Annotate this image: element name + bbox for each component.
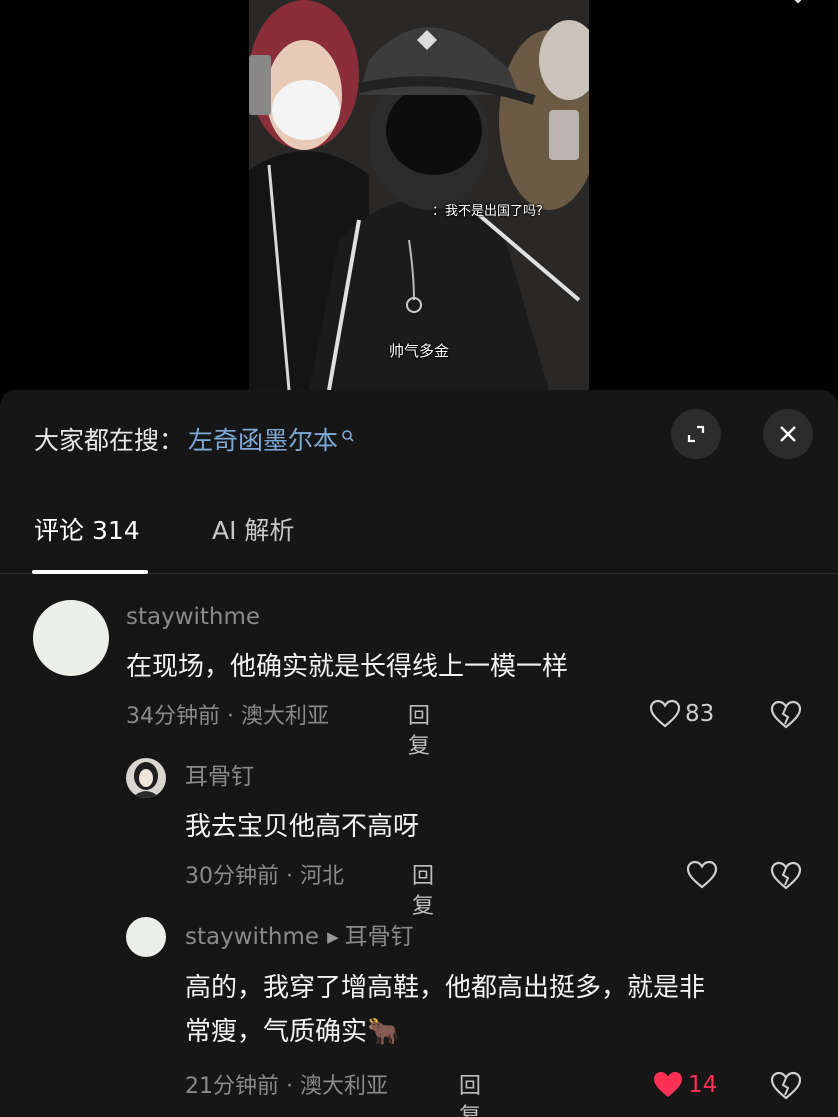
like-count: 14 [688, 1072, 718, 1098]
reply-button[interactable]: 回复 [408, 702, 430, 762]
trending-search-term[interactable]: 左奇函墨尔本 [188, 424, 338, 458]
reply-button[interactable]: 回复 [412, 862, 434, 922]
like-button[interactable] [686, 860, 718, 890]
close-button[interactable] [763, 409, 813, 459]
ox-emoji: 🐂 [367, 1017, 400, 1047]
broken-heart-icon[interactable] [769, 861, 803, 891]
comment-username[interactable]: staywithme [126, 602, 260, 632]
avatar[interactable] [126, 758, 166, 798]
avatar[interactable] [33, 600, 109, 676]
broken-heart-icon[interactable] [769, 700, 803, 730]
close-icon [780, 426, 796, 442]
heart-filled-icon [654, 1072, 682, 1097]
tab-active-indicator [32, 570, 148, 574]
comment-text: 我去宝贝他高不高呀 [185, 812, 420, 842]
video-subtitle-top: ：我不是出国了吗? [432, 204, 543, 219]
heart-outline-icon [649, 699, 681, 728]
video-area[interactable]: ：我不是出国了吗? 帅气多金 [0, 0, 838, 392]
video-subtitle-bottom: 帅气多金 [389, 342, 450, 360]
reply-arrow-icon: ▶ [327, 928, 339, 946]
tab-bar: 评论 314 AI 解析 [0, 510, 838, 574]
comment-text-line2: 常瘦，气质确实 [185, 1017, 368, 1047]
like-button[interactable]: 83 [649, 699, 714, 729]
tab-comments[interactable]: 评论 314 [34, 514, 140, 548]
avatar[interactable] [126, 917, 166, 957]
comment-sheet: 大家都在搜： 左奇函墨尔本 评论 314 AI 解析 staywithme 在现… [0, 390, 838, 1117]
avatar-photo [126, 758, 166, 798]
reply-to-username[interactable]: 耳骨钉 [345, 924, 414, 950]
like-button[interactable]: 14 [652, 1070, 717, 1100]
comment-username[interactable]: staywithme ▶ 耳骨钉 [185, 922, 414, 952]
comment-meta: 21分钟前 · 澳大利亚 [185, 1074, 388, 1099]
comment-username-text[interactable]: staywithme [185, 924, 319, 950]
video-scene [249, 0, 589, 390]
video-frame[interactable]: ：我不是出国了吗? 帅气多金 [249, 0, 589, 390]
reply-button[interactable]: 回复 [459, 1072, 481, 1117]
expand-button[interactable] [671, 409, 721, 459]
like-count: 83 [685, 701, 715, 727]
tab-ai-analysis[interactable]: AI 解析 [212, 514, 294, 548]
broken-heart-icon[interactable] [769, 1071, 803, 1101]
comment-text-line: 常瘦，气质确实🐂 [185, 1010, 805, 1054]
trending-search[interactable]: 大家都在搜： 左奇函墨尔本 [34, 424, 355, 458]
search-icon [342, 430, 354, 442]
heart-outline-icon [686, 860, 718, 889]
comment-text: 在现场，他确实就是长得线上一模一样 [126, 652, 569, 682]
comment-meta: 34分钟前 · 澳大利亚 [126, 704, 329, 729]
trending-search-prefix: 大家都在搜： [34, 426, 185, 455]
comment-text-line: 高的，我穿了增高鞋，他都高出挺多，就是非 [185, 973, 706, 1003]
comment-text: 高的，我穿了增高鞋，他都高出挺多，就是非 常瘦，气质确实🐂 [185, 966, 805, 1054]
expand-icon [687, 425, 705, 443]
comment-username[interactable]: 耳骨钉 [185, 762, 254, 792]
comment-meta: 30分钟前 · 河北 [185, 864, 344, 889]
chevron-icon[interactable] [790, 0, 804, 8]
